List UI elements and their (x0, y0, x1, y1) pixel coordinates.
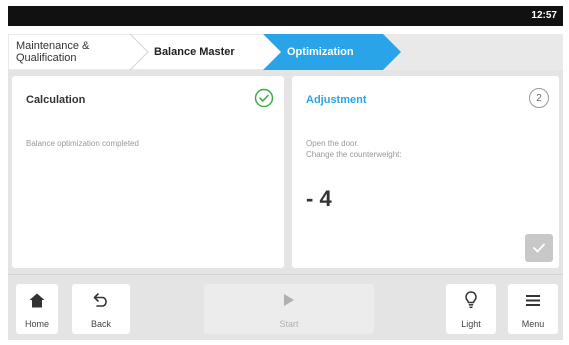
adjustment-title: Adjustment (306, 94, 367, 106)
breadcrumb-label: Maintenance & Qualification (16, 40, 90, 64)
instruction-line: Change the counterweight: (306, 150, 402, 159)
calculation-message: Balance optimization completed (26, 139, 139, 148)
adjustment-instructions: Open the door. Change the counterweight: (306, 138, 402, 160)
back-button[interactable]: Back (72, 284, 130, 334)
hamburger-menu-icon (526, 294, 540, 306)
start-label: Start (279, 319, 299, 329)
breadcrumb-optimization[interactable]: Optimization (263, 34, 403, 70)
adjustment-card: Adjustment 2 Open the door. Change the c… (292, 76, 559, 268)
instruction-line: Open the door. (306, 139, 359, 148)
status-bar: 12:57 (8, 6, 563, 26)
counterweight-value: - 4 (306, 186, 332, 211)
check-circle-icon (254, 88, 274, 108)
balance-screen: 12:57 Maintenance & Qualification Balanc… (0, 0, 569, 345)
work-area: Calculation Balance optimization complet… (8, 70, 563, 274)
light-label: Light (461, 319, 481, 329)
home-label: Home (24, 319, 49, 329)
confirm-button[interactable] (525, 234, 553, 262)
checkmark-icon (533, 243, 545, 253)
back-arrow-icon (93, 293, 107, 307)
calculation-title: Calculation (26, 94, 86, 106)
taskbar: Home Back Start Light Menu (8, 274, 563, 340)
lightbulb-icon (465, 291, 477, 309)
breadcrumb: Maintenance & Qualification Balance Mast… (8, 34, 563, 70)
calculation-card: Calculation Balance optimization complet… (12, 76, 284, 268)
start-button[interactable]: Start (204, 284, 374, 334)
breadcrumb-balance-master[interactable]: Balance Master (130, 34, 285, 70)
breadcrumb-label: Optimization (287, 46, 354, 58)
play-icon (284, 294, 294, 306)
breadcrumb-maintenance-qualification[interactable]: Maintenance & Qualification (8, 34, 148, 70)
home-button[interactable]: Home (16, 284, 58, 334)
step-number-badge: 2 (529, 88, 549, 108)
light-button[interactable]: Light (446, 284, 496, 334)
home-icon (29, 293, 45, 307)
back-label: Back (90, 319, 111, 329)
clock: 12:57 (531, 10, 557, 21)
menu-button[interactable]: Menu (508, 284, 558, 334)
breadcrumb-label: Balance Master (154, 46, 235, 58)
menu-label: Menu (521, 319, 545, 329)
